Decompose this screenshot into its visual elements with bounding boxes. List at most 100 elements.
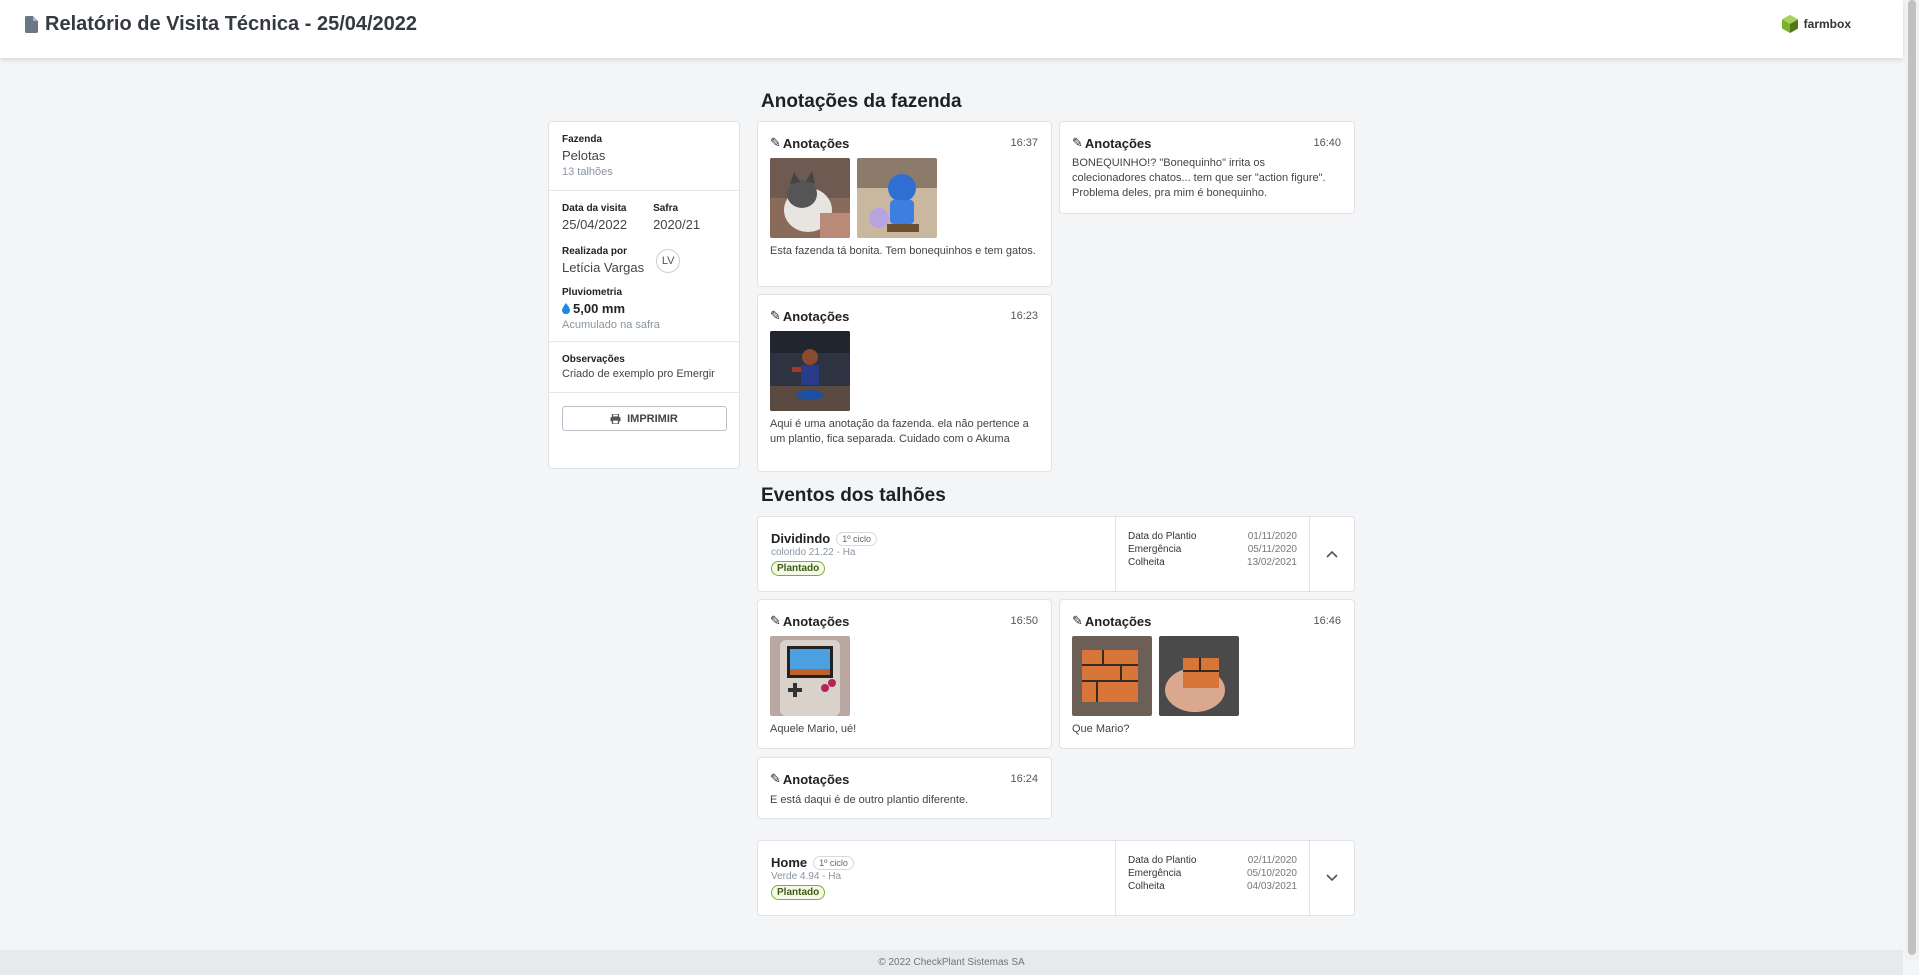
- note-text: Aquele Mario, ué!: [770, 723, 857, 735]
- season-label: Safra: [653, 203, 679, 214]
- pencil-icon: ✎: [770, 771, 781, 786]
- observations-label: Observações: [562, 354, 625, 365]
- note-title: Anotações: [1084, 135, 1152, 151]
- farm-label: Fazenda: [562, 134, 603, 145]
- avatar: LV: [656, 248, 681, 273]
- harvest-date: 04/03/2021: [1246, 881, 1297, 892]
- top-bar: Relatório de Visita Técnica - 25/04/2022…: [0, 0, 1903, 58]
- plot-variety: colorido 21.22 - Ha: [771, 547, 856, 558]
- note-card: ✎ Anotações 16:40 BONEQUINHO!? "Bonequinh…: [1059, 121, 1355, 214]
- status-badge: Plantado: [771, 561, 826, 576]
- planting-label: Data do Plantio: [1128, 531, 1197, 542]
- harvest-label: Colheita: [1128, 557, 1165, 568]
- emergence-date: 05/11/2020: [1247, 544, 1297, 555]
- collapse-toggle[interactable]: [1309, 517, 1354, 591]
- note-time: 16:37: [1010, 137, 1038, 149]
- scrollbar-thumb[interactable]: [1908, 0, 1916, 955]
- plot-dates: Data do Plantio 01/11/2020 Emergência 05/1…: [1115, 517, 1309, 591]
- rain-amount: 5,00 mm: [562, 301, 726, 316]
- footer: © 2022 CheckPlant Sistemas SA: [0, 950, 1903, 975]
- visit-details-section: Data da visita 25/04/2022 Safra 2020/21 …: [549, 191, 739, 342]
- plot-variety: Verde 4.94 - Ha: [771, 871, 842, 882]
- status-badge: Plantado: [771, 885, 826, 900]
- pencil-icon: ✎: [1072, 135, 1083, 150]
- chevron-down-icon[interactable]: [1326, 874, 1338, 882]
- note-title: Anotações: [782, 308, 850, 324]
- plot-card[interactable]: Home 1º ciclo Verde 4.94 - Ha Plantado D…: [757, 840, 1355, 916]
- plot-name: Dividindo: [771, 531, 831, 546]
- note-photo-cat[interactable]: [770, 158, 850, 238]
- farm-plots-count: 13 talhões: [562, 166, 613, 178]
- visit-date-label: Data da visita: [562, 203, 627, 214]
- pencil-icon: ✎: [770, 135, 781, 150]
- note-text: Esta fazenda tá bonita. Tem bonequinhos …: [770, 245, 1036, 257]
- events-title: Eventos dos talhões: [761, 485, 946, 506]
- farm-notes-title: Anotações da fazenda: [761, 91, 962, 112]
- note-time: 16:23: [1010, 310, 1038, 322]
- note-time: 16:24: [1010, 773, 1038, 785]
- brand-name: farmbox: [1803, 17, 1851, 31]
- emergence-date: 05/10/2020: [1246, 868, 1297, 879]
- note-text: Que Mario?: [1072, 723, 1130, 735]
- note-photo-hand-block[interactable]: [1159, 636, 1239, 716]
- note-title: Anotações: [782, 135, 850, 151]
- note-title: Anotações: [782, 613, 850, 629]
- observations-text: Criado de exemplo pro Emergir: [562, 368, 715, 380]
- rain-sub: Acumulado na safra: [562, 319, 660, 331]
- note-card: ✎ Anotações 16:50 Aquele Mario, ué!: [757, 599, 1052, 749]
- planting-date: 02/11/2020: [1247, 855, 1297, 866]
- visit-summary-card: Fazenda Pelotas 13 talhões Data da visit…: [548, 121, 740, 469]
- note-text: E está daqui é de outro plantio diferent…: [770, 794, 969, 806]
- note-card: ✎ Anotações 16:23 Aqui é uma anotação da …: [757, 294, 1052, 472]
- note-photo-megaman[interactable]: [857, 158, 937, 238]
- page-title: Relatório de Visita Técnica - 25/04/2022: [25, 13, 417, 36]
- note-text: BONEQUINHO!? "Bonequinho" irrita os cole…: [1072, 157, 1326, 199]
- performed-by-label: Realizada por: [562, 246, 628, 257]
- note-card: ✎ Anotações 16:37 Esta fazenda tá bonita.…: [757, 121, 1052, 287]
- harvest-label: Colheita: [1128, 881, 1165, 892]
- pencil-icon: ✎: [1072, 613, 1083, 628]
- rain-label: Pluviometria: [562, 287, 623, 298]
- note-time: 16:50: [1010, 615, 1038, 627]
- planting-label: Data do Plantio: [1128, 855, 1197, 866]
- print-section: IMPRIMIR: [549, 393, 739, 444]
- chevron-up-icon[interactable]: [1326, 550, 1338, 558]
- brand-logo: farmbox: [1780, 14, 1851, 34]
- note-title: Anotações: [782, 771, 850, 787]
- note-title: Anotações: [1084, 613, 1152, 629]
- pencil-icon: ✎: [770, 308, 781, 323]
- document-icon: [25, 16, 38, 33]
- print-button-label: IMPRIMIR: [627, 412, 678, 425]
- performed-by-name: Letícia Vargas: [562, 260, 645, 275]
- farm-name: Pelotas: [562, 148, 606, 163]
- note-photo-akuma[interactable]: [770, 331, 850, 411]
- cycle-badge: 1º ciclo: [836, 531, 878, 546]
- page-scrollbar[interactable]: [1905, 0, 1919, 960]
- observations-section: Observações Criado de exemplo pro Emergi…: [549, 342, 739, 393]
- note-time: 16:46: [1313, 615, 1341, 627]
- expand-toggle[interactable]: [1309, 841, 1354, 915]
- raindrop-icon: [562, 303, 570, 314]
- season-value: 2020/21: [653, 217, 701, 232]
- note-photo-brick-block[interactable]: [1072, 636, 1152, 716]
- note-card: ✎ Anotações 16:46 Que Mario?: [1059, 599, 1355, 749]
- note-text: Aqui é uma anotação da fazenda. ela não …: [770, 418, 1029, 445]
- print-button[interactable]: IMPRIMIR: [561, 406, 727, 431]
- emergence-label: Emergência: [1128, 868, 1182, 879]
- note-card: ✎ Anotações 16:24 E está daqui é de outro…: [757, 757, 1052, 819]
- note-photo-handheld[interactable]: [770, 636, 850, 716]
- page-title-text: Relatório de Visita Técnica - 25/04/2022: [45, 13, 418, 35]
- harvest-date: 13/02/2021: [1246, 557, 1297, 568]
- planting-date: 01/11/2020: [1247, 531, 1297, 542]
- plot-dates: Data do Plantio 02/11/2020 Emergência 05/1…: [1115, 841, 1309, 915]
- note-time: 16:40: [1313, 137, 1341, 149]
- pencil-icon: ✎: [770, 613, 781, 628]
- rain-value: 5,00 mm: [573, 301, 626, 316]
- visit-date: 25/04/2022: [562, 217, 628, 232]
- cycle-badge: 1º ciclo: [813, 855, 854, 870]
- plot-card[interactable]: Dividindo 1º ciclo colorido 21.22 - Ha P…: [757, 516, 1355, 592]
- plot-name: Home: [771, 855, 808, 870]
- farmbox-logo-icon: [1781, 15, 1798, 33]
- emergence-label: Emergência: [1128, 544, 1182, 555]
- printer-icon: [610, 413, 621, 424]
